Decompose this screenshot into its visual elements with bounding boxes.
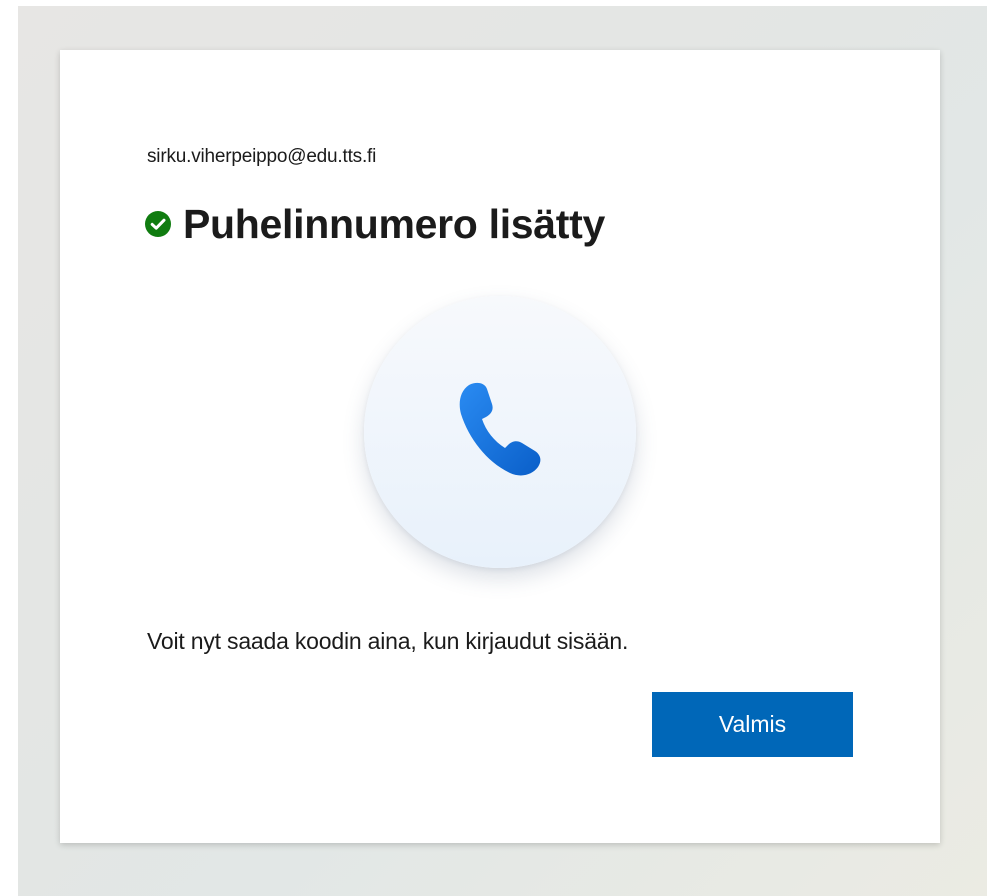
check-circle-icon [145, 211, 171, 237]
account-email: sirku.viherpeippo@edu.tts.fi [147, 146, 377, 167]
dialog-card: sirku.viherpeippo@edu.tts.fi Puhelinnume… [60, 50, 940, 843]
info-message: Voit nyt saada koodin aina, kun kirjaudu… [147, 628, 629, 654]
done-button[interactable]: Valmis [652, 692, 853, 757]
phone-illustration [364, 296, 636, 568]
status-header: Puhelinnumero lisätty [145, 200, 605, 248]
phone-icon [455, 379, 545, 479]
page-title: Puhelinnumero lisätty [183, 201, 605, 247]
